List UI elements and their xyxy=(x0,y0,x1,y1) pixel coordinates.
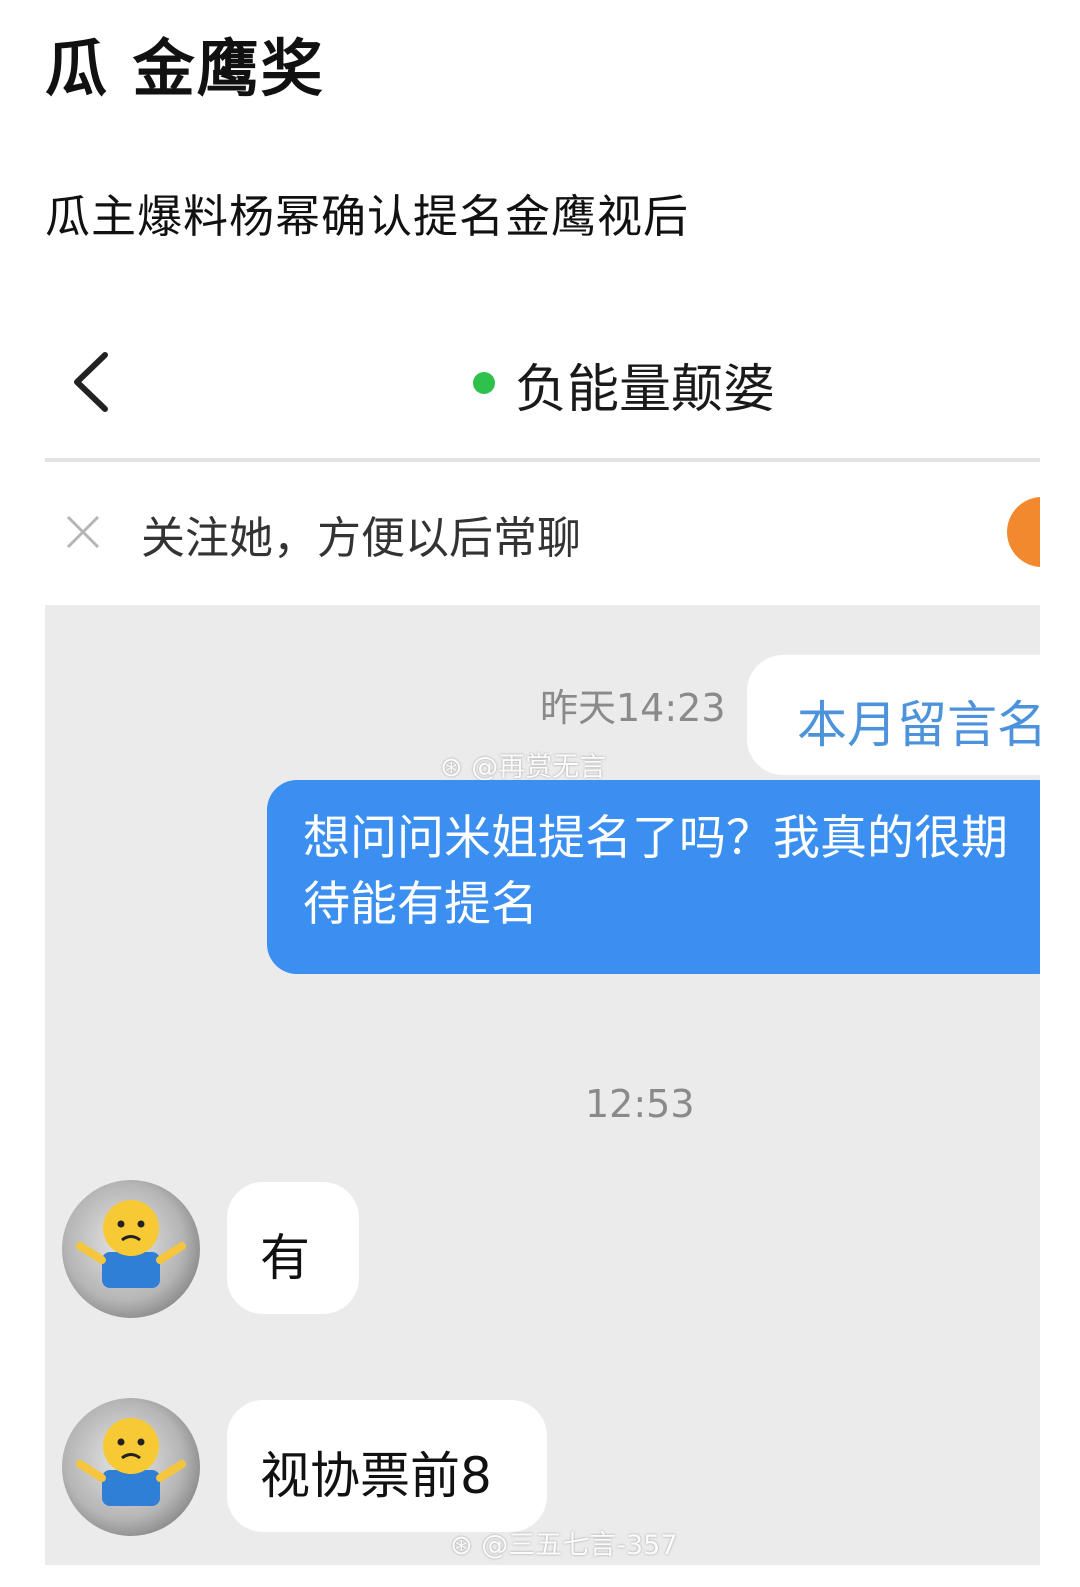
sent-message-bubble[interactable]: 想问问米姐提名了吗？我真的很期待能有提名 xyxy=(267,780,1040,974)
timestamp: 昨天14:23 xyxy=(540,686,726,730)
follow-button[interactable] xyxy=(1007,497,1040,567)
post-text: 瓜主爆料杨幂确认提名金鹰视后 xyxy=(45,190,690,243)
follow-prompt: 关注她，方便以后常聊 xyxy=(141,513,581,564)
preview-bubble[interactable]: 本月留言名 xyxy=(747,655,1040,775)
chat-header: 负能量颠婆 xyxy=(45,325,1040,462)
chat-screenshot: 负能量颠婆 关注她，方便以后常聊 昨天14:23 本月留言名 ⊛ @再赏无言 想… xyxy=(45,325,1040,1565)
message-text: 有 xyxy=(260,1229,310,1287)
avatar[interactable] xyxy=(62,1180,200,1318)
weibo-logo-icon: ⊛ xyxy=(450,1530,473,1561)
contact-name: 负能量颠婆 xyxy=(515,360,776,420)
close-icon[interactable] xyxy=(63,512,103,552)
watermark: ⊛ @再赏无言 xyxy=(440,752,607,783)
online-status-icon xyxy=(473,372,495,394)
weibo-logo-icon: ⊛ xyxy=(440,752,463,783)
follow-bar: 关注她，方便以后常聊 xyxy=(45,462,1040,605)
timestamp: 12:53 xyxy=(585,1082,695,1126)
back-arrow-icon[interactable] xyxy=(67,347,117,417)
watermark: ⊛ @三五七言-357 xyxy=(450,1530,678,1561)
post-title: 瓜 金鹰奖 xyxy=(45,32,325,105)
avatar-emoji-icon xyxy=(76,1418,186,1506)
received-message-bubble[interactable]: 视协票前8 xyxy=(227,1400,547,1532)
avatar-emoji-icon xyxy=(76,1200,186,1288)
avatar[interactable] xyxy=(62,1398,200,1536)
message-text: 视协票前8 xyxy=(260,1447,492,1505)
received-message-bubble[interactable]: 有 xyxy=(227,1182,359,1314)
